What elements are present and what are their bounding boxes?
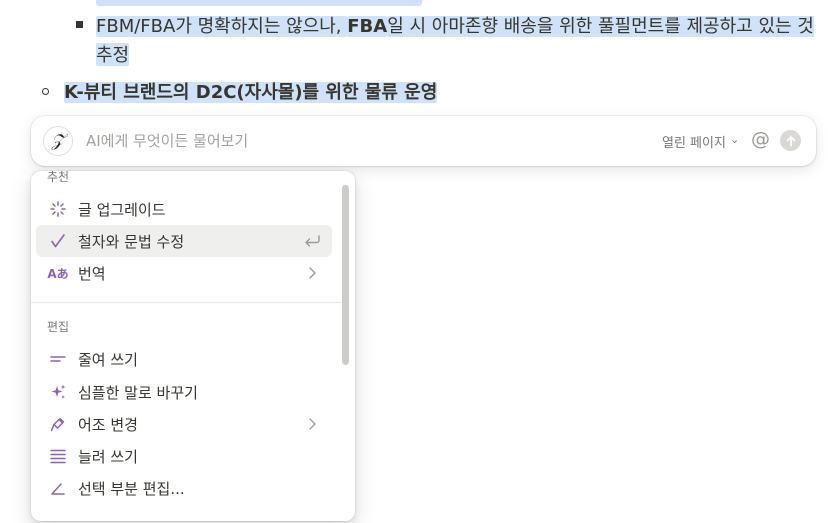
menu-item-label: 철자와 문법 수정 xyxy=(78,232,185,251)
chevron-right-icon xyxy=(300,266,324,280)
return-icon xyxy=(300,234,324,248)
menu-item-fix-spelling[interactable]: 철자와 문법 수정 xyxy=(36,225,332,257)
ai-prompt-input[interactable] xyxy=(86,129,606,153)
sub-bullet-text-bold: FBA xyxy=(347,16,388,37)
translate-icon: Aあ xyxy=(47,266,69,281)
mention-icon[interactable]: @ xyxy=(751,128,770,150)
sub-bullet-text-line2-span: 추정 xyxy=(96,45,130,66)
bullet-text[interactable]: K-뷰티 브랜드의 D2C(자사몰)를 위한 물류 운영 xyxy=(64,79,438,106)
pencil-edit-icon xyxy=(45,479,71,497)
sparkle-burst-icon xyxy=(45,200,71,218)
menu-item-simplify[interactable]: 심플한 말로 바꾸기 xyxy=(36,376,332,408)
menu-divider xyxy=(31,302,342,303)
menu-item-label: 심플한 말로 바꾸기 xyxy=(78,383,198,402)
section-label-edit: 편집 xyxy=(47,320,70,334)
menu-item-label: 글 업그레이드 xyxy=(78,200,166,219)
sparkles-icon xyxy=(45,383,71,401)
lengthen-lines-icon xyxy=(45,447,71,465)
ai-avatar-icon: 𝒵 xyxy=(43,126,73,156)
chevron-right-icon xyxy=(300,417,324,431)
chevron-down-icon: ⌄ xyxy=(729,133,740,146)
page-scope-dropdown[interactable]: 열린 페이지 ⌄ xyxy=(662,132,739,151)
menu-item-edit-selection[interactable]: 선택 부분 편집... xyxy=(36,472,332,504)
menu-item-label: 번역 xyxy=(78,264,106,283)
menu-item-translate[interactable]: Aあ 번역 xyxy=(36,257,332,289)
arrow-up-icon xyxy=(786,135,795,146)
menu-scrollbar[interactable] xyxy=(342,185,349,365)
sub-bullet-text-part1: FBM/FBA가 명확하지는 않으나, xyxy=(96,16,348,37)
sub-bullet-text-line2[interactable]: 추정 xyxy=(96,42,130,69)
menu-item-label: 줄여 쓰기 xyxy=(78,350,138,369)
circle-bullet xyxy=(42,88,49,95)
menu-item-label: 늘려 쓰기 xyxy=(78,447,138,466)
bullet-text-span: K-뷰티 브랜드의 D2C(자사몰)를 위한 물류 운영 xyxy=(64,82,438,103)
checkmark-icon xyxy=(45,232,71,250)
menu-item-label: 선택 부분 편집... xyxy=(78,479,185,498)
menu-item-make-longer[interactable]: 늘려 쓰기 xyxy=(36,440,332,472)
selection-highlight-top xyxy=(96,0,422,6)
shorten-lines-icon xyxy=(45,350,71,368)
menu-item-change-tone[interactable]: 어조 변경 xyxy=(36,408,332,440)
ai-prompt-bar: 𝒵 열린 페이지 ⌄ @ xyxy=(31,116,816,166)
mic-icon xyxy=(45,415,71,433)
menu-item-improve-writing[interactable]: 글 업그레이드 xyxy=(36,193,332,225)
square-bullet xyxy=(76,21,83,28)
menu-item-label: 어조 변경 xyxy=(78,415,138,434)
sub-bullet-text[interactable]: FBM/FBA가 명확하지는 않으나, FBA일 시 아마존향 배송을 위한 풀… xyxy=(96,13,828,67)
menu-item-make-shorter[interactable]: 줄여 쓰기 xyxy=(36,343,332,375)
page-scope-label: 열린 페이지 xyxy=(662,136,726,151)
send-button[interactable] xyxy=(780,130,801,151)
ai-actions-menu: 추천 글 업그레이드 철자와 문법 수정 Aあ 번역 편집 줄여 쓰기 심플한 … xyxy=(31,171,355,521)
section-label-recommend: 추천 xyxy=(47,171,70,184)
